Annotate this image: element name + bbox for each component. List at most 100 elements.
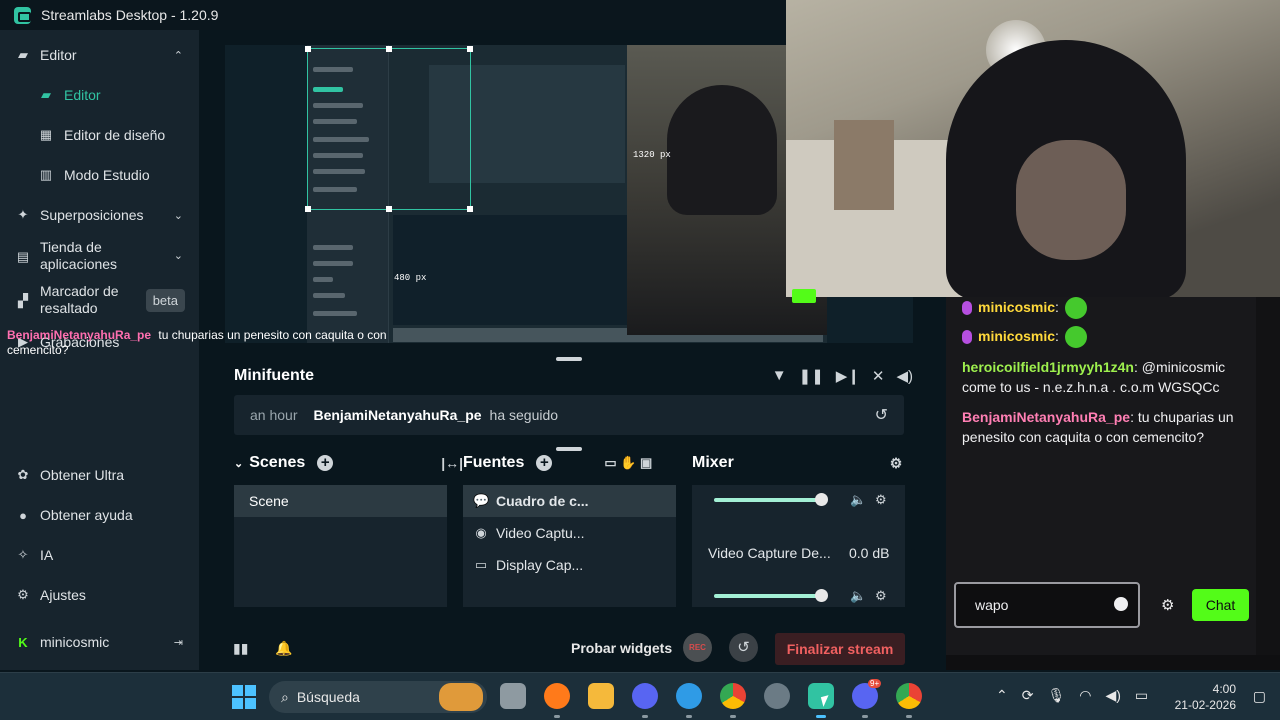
chrome-icon[interactable]	[720, 683, 746, 709]
microphone-icon[interactable]: 🎙	[1047, 687, 1065, 704]
sidebar-item-settings[interactable]: ⚙ Ajustes	[0, 584, 199, 606]
mixer-channel-db: 0.0 dB	[849, 545, 890, 561]
mute-alerts-icon[interactable]: ✕	[872, 367, 885, 385]
filter-icon[interactable]: ▼	[772, 367, 787, 385]
skip-icon[interactable]: ▶❙	[836, 367, 860, 385]
pause-icon[interactable]: ❚❚	[799, 367, 824, 385]
chevron-down-icon[interactable]: ⌄	[174, 248, 183, 265]
overlays-icon: ✦	[17, 207, 29, 222]
settings-app-icon[interactable]	[764, 683, 790, 709]
chevron-down-icon[interactable]: ⌄	[174, 209, 183, 222]
add-source-button[interactable]: +	[536, 455, 553, 471]
chevron-up-icon[interactable]: ⌃	[996, 687, 1008, 704]
search-highlight-image	[439, 683, 483, 711]
chrome-profile-icon[interactable]	[896, 683, 922, 709]
volume-icon[interactable]: ◀)	[1105, 687, 1120, 704]
chat-message: minicosmic:	[962, 326, 1252, 349]
source-item[interactable]: 💬 Cuadro de c...	[463, 485, 676, 517]
window-title: Streamlabs Desktop - 1.20.9	[41, 7, 219, 23]
chat-icon: 💬	[473, 493, 490, 508]
ultra-icon: ✿	[17, 467, 29, 482]
sidebar-item-overlays[interactable]: ✦ Superposiciones ⌄	[0, 204, 199, 226]
volume-slider[interactable]	[714, 589, 828, 602]
end-stream-button[interactable]: Finalizar stream	[775, 633, 905, 665]
scene-item[interactable]: Scene	[234, 485, 447, 517]
performance-icon[interactable]: ▮▮	[233, 640, 248, 657]
sidebar-item-editor-sub[interactable]: ▰ Editor	[0, 84, 199, 106]
sidebar-item-studio-mode[interactable]: ▥ Modo Estudio	[0, 164, 199, 186]
volume-icon[interactable]: ◀)	[896, 367, 913, 385]
replay-buffer-icon[interactable]: ↺	[729, 633, 758, 662]
notification-center-icon[interactable]: ▢	[1253, 688, 1266, 705]
gear-icon[interactable]: ⚙	[875, 492, 887, 508]
mixer-settings-icon[interactable]: ⚙	[890, 455, 903, 472]
emote-icon	[1064, 326, 1087, 349]
title-bar: Streamlabs Desktop - 1.20.9	[0, 0, 786, 30]
sidebar-item-ai[interactable]: ✧ IA	[0, 544, 199, 566]
chat-send-button[interactable]: Chat	[1192, 589, 1249, 621]
test-widgets-button[interactable]: Probar widgets	[571, 640, 672, 656]
notifications-icon[interactable]: 🔔	[275, 640, 292, 657]
editor-footer: ▮▮ 🔔 Probar widgets REC ↺ Finalizar stre…	[199, 630, 946, 670]
mixer-header: Mixer ⚙	[692, 454, 903, 472]
alert-action: ha seguido	[489, 407, 559, 423]
clock[interactable]: 4:00 21-02-2026	[1175, 681, 1236, 713]
discord-icon[interactable]	[632, 683, 658, 709]
discord-alt-icon[interactable]: 9+	[852, 679, 882, 709]
source-item[interactable]: ▭ Display Cap...	[463, 549, 676, 581]
sources-header: Fuentes + ▭ ✋ ▣	[463, 454, 653, 471]
minifeed-tools: ▼ ❚❚ ▶❙ ✕ ◀)	[772, 367, 913, 385]
file-explorer-icon[interactable]	[588, 683, 614, 709]
wifi-icon[interactable]: ◠	[1079, 687, 1091, 704]
replay-icon[interactable]: ↺	[875, 405, 888, 425]
add-scene-button[interactable]: +	[317, 455, 334, 471]
speaker-icon[interactable]: 🔈	[850, 588, 866, 604]
chat-settings-icon[interactable]: ⚙	[1161, 596, 1174, 614]
chat-panel: minicosmic: minicosmic: heroicoilfield1j…	[946, 297, 1256, 670]
sidebar-item-layout-editor[interactable]: ▦ Editor de diseño	[0, 124, 199, 146]
microphone-badge-icon	[962, 330, 972, 345]
chat-message: minicosmic:	[962, 297, 1252, 320]
sidebar-item-app-store[interactable]: ▤ Tienda de aplicaciones ⌄	[0, 238, 199, 274]
sidebar-item-help[interactable]: ● Obtener ayuda	[0, 504, 199, 526]
windows-start-icon[interactable]	[232, 685, 256, 709]
panel-resize-handle[interactable]	[556, 447, 582, 451]
sidebar-item-highlighter[interactable]: ▞ Marcador de resaltado beta	[0, 282, 199, 318]
alert-row: an hour BenjamiNetanyahuRa_pe ha seguido…	[234, 395, 904, 435]
sync-icon[interactable]: ⟳	[1022, 687, 1034, 704]
chevron-up-icon[interactable]: ⌃	[174, 49, 183, 62]
emoji-icon[interactable]	[1114, 597, 1128, 611]
ai-icon: ✧	[17, 547, 29, 562]
sidebar-item-get-ultra[interactable]: ✿ Obtener Ultra	[0, 464, 199, 486]
kick-icon: K	[18, 634, 28, 650]
webcam-icon: ◉	[475, 525, 487, 540]
layout-icon: ▦	[39, 127, 53, 142]
logout-icon[interactable]: ⇥	[174, 636, 183, 649]
source-selection-box[interactable]	[305, 46, 473, 212]
gear-icon[interactable]: ⚙	[875, 588, 887, 604]
battery-icon[interactable]: ▭	[1135, 687, 1148, 704]
volume-slider[interactable]	[714, 493, 828, 506]
task-view-icon[interactable]	[500, 683, 526, 709]
chat-message: heroicoilfield1jrmyyh1z4n: @minicosmic c…	[962, 359, 1226, 395]
scene-transitions-icon[interactable]: |↔|	[441, 455, 463, 471]
monitor-icon: ▭	[474, 557, 488, 572]
firefox-icon[interactable]	[544, 683, 570, 709]
editor-icon: ▰	[18, 47, 28, 62]
taskbar-search[interactable]: ⌕ Búsqueda	[269, 681, 487, 713]
alert-time: an hour	[250, 407, 298, 423]
record-button[interactable]: REC	[683, 633, 712, 662]
height-measure-label: 480 px	[394, 273, 427, 283]
sidebar-item-editor[interactable]: ▰ Editor ⌃	[0, 44, 199, 66]
chat-button-partial	[792, 289, 816, 303]
collapse-icon[interactable]: ⌄	[234, 457, 243, 470]
edge-icon[interactable]	[676, 683, 702, 709]
chat-input[interactable]: wapo	[954, 582, 1140, 628]
studio-icon: ▥	[39, 167, 53, 182]
speaker-icon[interactable]: 🔈	[850, 492, 866, 508]
source-tools-icon[interactable]: ▭ ✋ ▣	[604, 455, 652, 471]
scrollbar-track[interactable]	[1256, 297, 1280, 670]
account-item[interactable]: K minicosmic ⇥	[0, 631, 199, 653]
settings-icon: ⚙	[17, 587, 29, 602]
source-item[interactable]: ◉ Video Captu...	[463, 517, 676, 549]
